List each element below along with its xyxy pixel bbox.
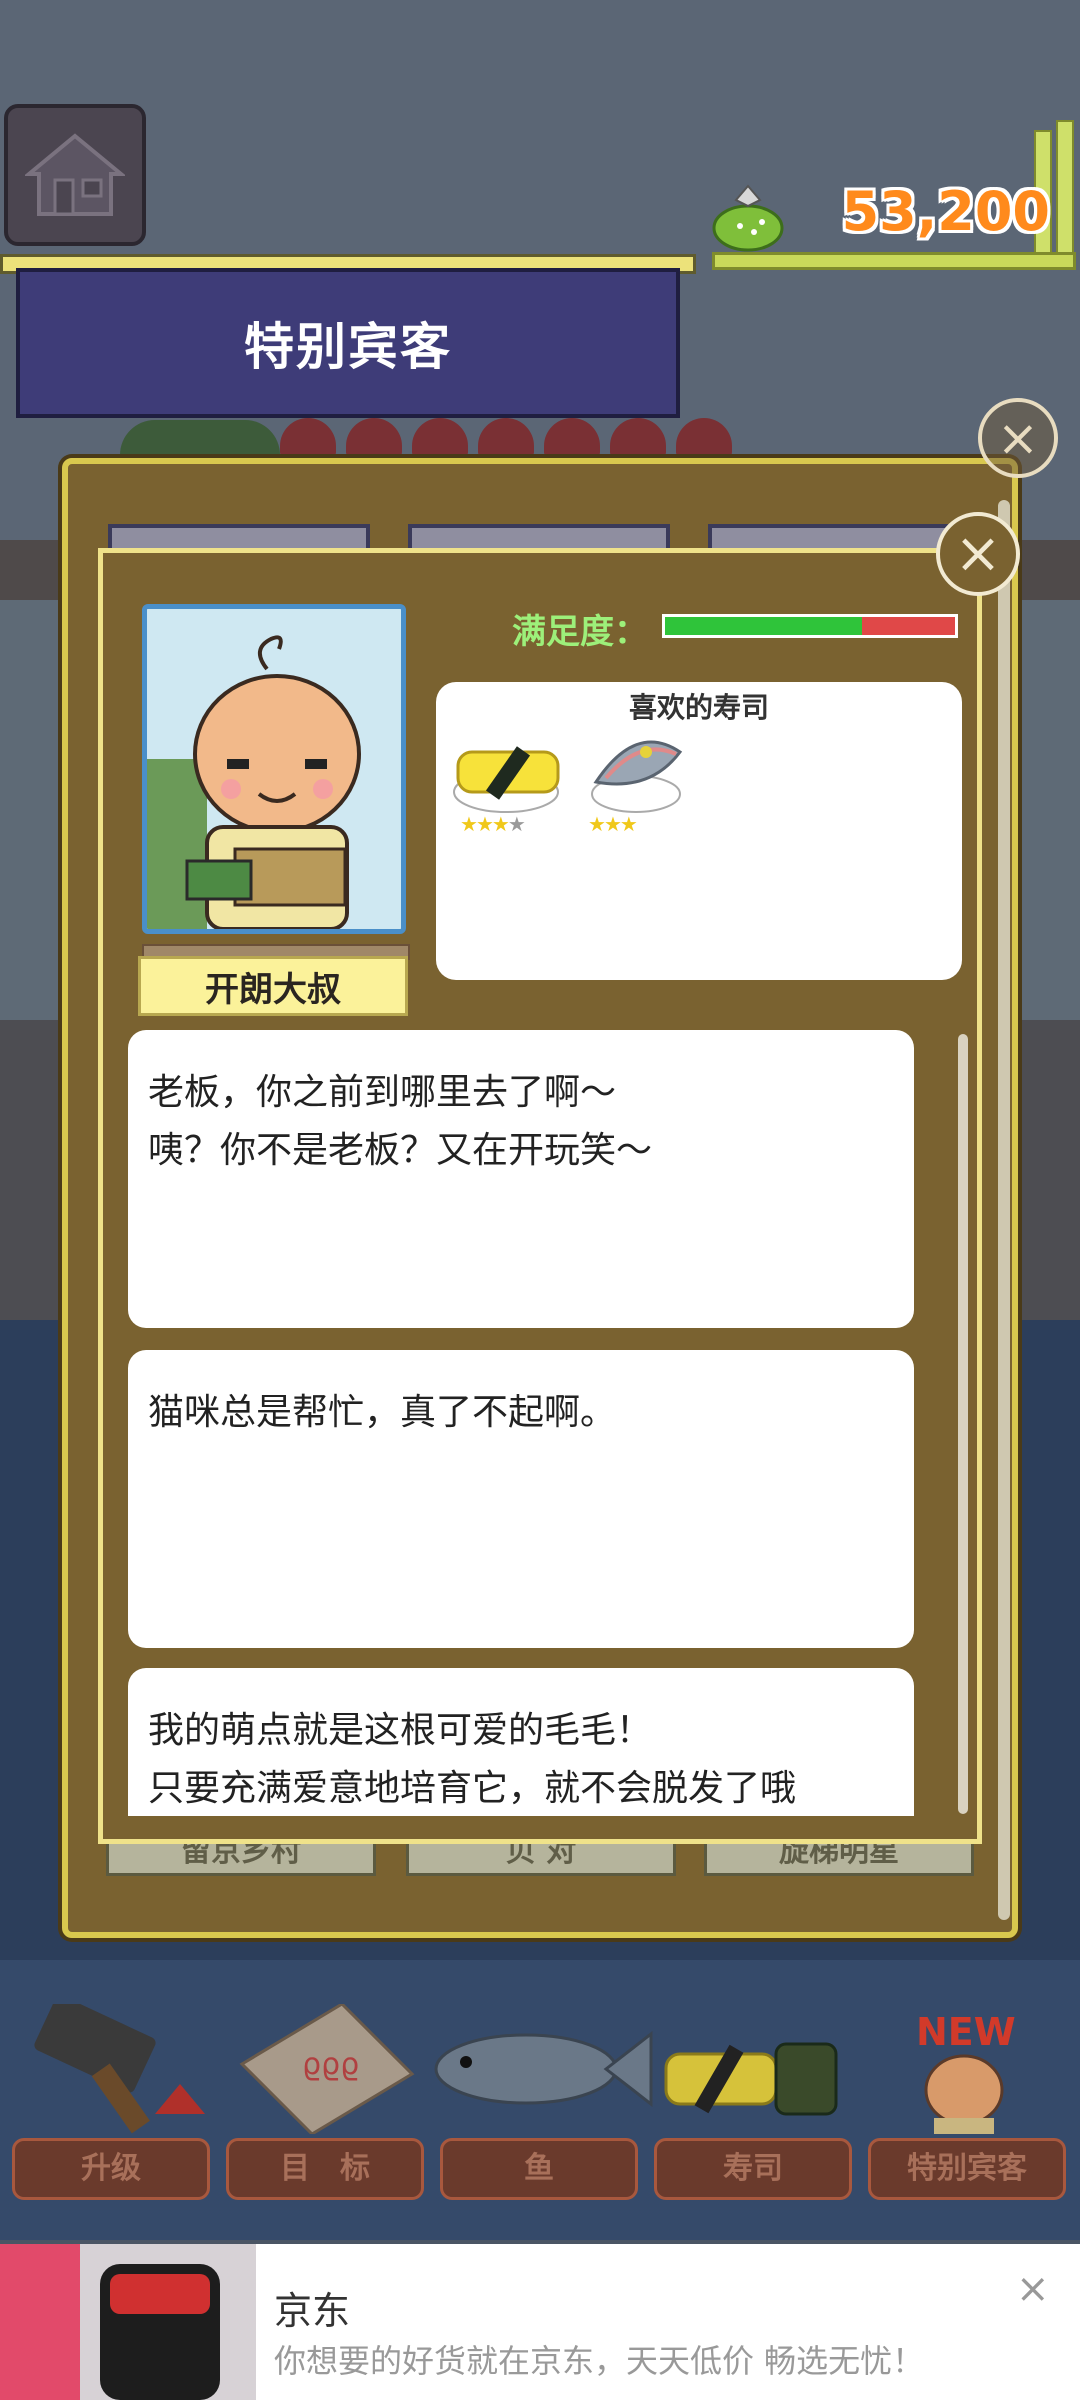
new-badge: NEW bbox=[916, 2010, 1016, 2054]
sushi-icon bbox=[656, 2004, 846, 2138]
sushi-rating: ★★★★ bbox=[460, 812, 526, 836]
star-icon: ★ bbox=[491, 812, 510, 836]
satisfaction-fill bbox=[665, 617, 863, 635]
star-icon: ★ bbox=[603, 812, 622, 836]
star-icon: ★ bbox=[507, 812, 526, 836]
close-icon: × bbox=[1016, 2266, 1050, 2312]
dialog-card: 老板，你之前到哪里去了啊～ 咦？你不是老板？又在开玩笑～ bbox=[128, 1030, 914, 1328]
nav-fish-button[interactable]: 鱼 bbox=[440, 2138, 638, 2200]
background-close-button[interactable]: × bbox=[978, 398, 1058, 478]
favorite-sushi-card: 喜欢的寿司 ★★★★ ★★★ bbox=[436, 682, 962, 980]
close-icon: × bbox=[954, 521, 1002, 586]
star-icon: ★ bbox=[588, 812, 606, 836]
star-icon: ★ bbox=[475, 812, 494, 836]
ad-description[interactable]: 你想要的好货就在京东，天天低价 畅选无忧！ bbox=[274, 2336, 924, 2382]
favorite-sushi-title: 喜欢的寿司 bbox=[628, 691, 769, 724]
ad-close-button[interactable]: × bbox=[1016, 2266, 1050, 2312]
svg-text:ϱϱϱ: ϱϱϱ bbox=[302, 2047, 359, 2082]
close-button[interactable]: × bbox=[936, 512, 1020, 596]
dialog-card: 我的萌点就是这根可爱的毛毛！ 只要充满爱意地培育它，就不会脱发了哦 bbox=[128, 1668, 914, 1816]
close-icon: × bbox=[997, 409, 1039, 467]
ad-banner[interactable]: 京东 你想要的好货就在京东，天天低价 畅选无忧！ × bbox=[0, 2244, 1080, 2400]
dialog-line: 只要充满爱意地培育它，就不会脱发了哦 bbox=[148, 1768, 797, 1809]
ad-image[interactable] bbox=[0, 2244, 256, 2400]
ad-title[interactable]: 京东 bbox=[274, 2280, 350, 2335]
dialog-line: 我的萌点就是这根可爱的毛毛！ bbox=[148, 1710, 653, 1751]
background-panel-scrollbar bbox=[998, 500, 1010, 1920]
nav-special-guest-button[interactable]: 特别宾客 bbox=[868, 2138, 1066, 2200]
nav-goals-button[interactable]: 目 标 bbox=[226, 2138, 424, 2200]
dialog-line: 猫咪总是帮忙，真了不起啊。 bbox=[148, 1392, 617, 1433]
dialog-line: 咦？你不是老板？又在开玩笑～ bbox=[148, 1130, 653, 1171]
home-button[interactable] bbox=[4, 104, 146, 246]
page-title: 特别宾客 bbox=[244, 318, 452, 376]
bamboo-decoration bbox=[1056, 120, 1074, 258]
fish-icon bbox=[426, 2004, 656, 2138]
money-bag-icon bbox=[712, 180, 784, 252]
dialog-scrollbar[interactable] bbox=[958, 1034, 968, 1814]
sushi-rating: ★★★ bbox=[588, 812, 638, 836]
guest-name: 开朗大叔 bbox=[138, 956, 408, 1016]
hammer-icon bbox=[20, 1995, 210, 2138]
star-icon: ★ bbox=[619, 812, 638, 836]
dialog-line: 老板，你之前到哪里去了啊～ bbox=[148, 1072, 617, 1113]
nav-sushi-button[interactable]: 寿司 bbox=[654, 2138, 852, 2200]
money-rod bbox=[712, 252, 1076, 270]
satisfaction-label: 满足度： bbox=[512, 612, 648, 652]
guest-icon bbox=[904, 2050, 1024, 2138]
nav-upgrade-button[interactable]: 升级 bbox=[12, 2138, 210, 2200]
noren-banner: 特别宾客 bbox=[16, 268, 680, 418]
guest-portrait bbox=[142, 604, 406, 934]
money-counter: 53,200 bbox=[841, 180, 1050, 243]
satisfaction-bar bbox=[662, 614, 958, 638]
star-icon: ★ bbox=[460, 812, 478, 836]
dialog-card: 猫咪总是帮忙，真了不起啊。 bbox=[128, 1350, 914, 1648]
house-icon bbox=[25, 133, 125, 216]
target-board-icon: ϱϱϱ bbox=[232, 2002, 422, 2138]
